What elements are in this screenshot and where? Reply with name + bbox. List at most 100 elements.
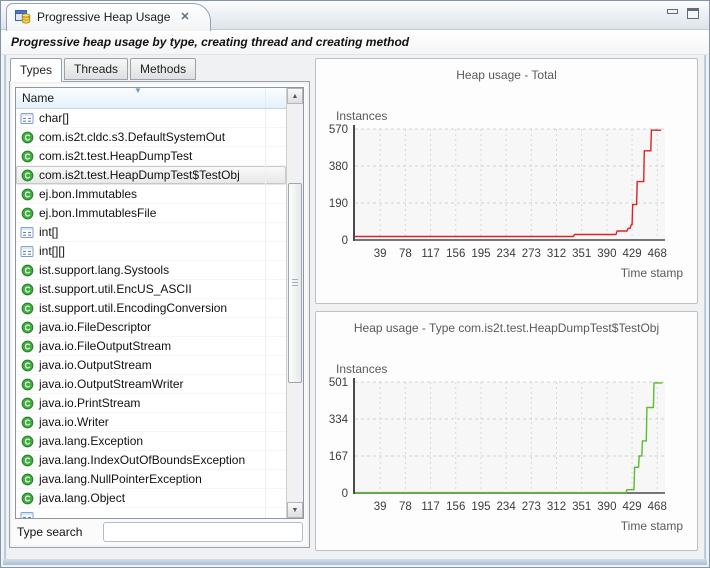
table-header-row: Name ▼: [16, 88, 286, 109]
class-icon: C: [20, 301, 34, 315]
svg-text:390: 390: [597, 248, 616, 260]
svg-text:Heap usage - Type com.is2t.tes: Heap usage - Type com.is2t.test.HeapDump…: [354, 321, 659, 335]
list-item[interactable]: Cjava.io.Writer: [16, 413, 286, 432]
svg-text:195: 195: [471, 248, 490, 260]
svg-text:156: 156: [446, 248, 465, 260]
svg-text:273: 273: [522, 248, 541, 260]
column-separator: [265, 109, 266, 518]
list-item[interactable]: Cist.support.lang.Systools: [16, 261, 286, 280]
svg-text:C: C: [24, 456, 30, 465]
heap-usage-type-chart: Heap usage - Type com.is2t.test.HeapDump…: [315, 311, 698, 551]
svg-text:117: 117: [421, 501, 439, 513]
svg-text:C: C: [24, 494, 30, 503]
svg-text:195: 195: [471, 501, 490, 513]
svg-text:C: C: [24, 342, 30, 351]
svg-text:C: C: [24, 437, 30, 446]
view-tabbar: Progressive Heap Usage ✕: [1, 1, 709, 30]
class-icon: C: [20, 415, 34, 429]
type-name: java.io.FileDescriptor: [39, 320, 151, 334]
list-item[interactable]: Cjava.io.OutputStreamWriter: [16, 375, 286, 394]
svg-text:334: 334: [329, 414, 349, 426]
list-item[interactable]: Cjava.lang.NullPointerException: [16, 470, 286, 489]
maximize-button[interactable]: [687, 8, 699, 19]
class-icon: C: [20, 320, 34, 334]
type-name: java.io.OutputStream: [39, 358, 152, 372]
scroll-up-button[interactable]: [287, 88, 303, 104]
list-item[interactable]: [16, 508, 286, 518]
list-item[interactable]: int[]: [16, 223, 286, 242]
list-item[interactable]: int[][]: [16, 242, 286, 261]
tab-methods[interactable]: Methods: [130, 58, 196, 80]
list-item[interactable]: Ccom.is2t.test.HeapDumpTest$TestObj: [16, 166, 286, 185]
type-name: int[]: [39, 225, 58, 239]
type-name: java.lang.NullPointerException: [39, 472, 202, 486]
type-name: ej.bon.Immutables: [39, 187, 137, 201]
svg-text:429: 429: [622, 248, 641, 260]
scroll-thumb[interactable]: [288, 183, 302, 383]
list-item[interactable]: Cjava.io.PrintStream: [16, 394, 286, 413]
tab-threads[interactable]: Threads: [64, 58, 128, 80]
svg-text:234: 234: [497, 248, 517, 260]
type-list: char[]Ccom.is2t.cldc.s3.DefaultSystemOut…: [16, 109, 286, 518]
class-icon: C: [20, 149, 34, 163]
list-item[interactable]: Cjava.lang.Object: [16, 489, 286, 508]
list-item[interactable]: Cjava.lang.Exception: [16, 432, 286, 451]
list-item[interactable]: Cjava.io.OutputStream: [16, 356, 286, 375]
class-icon: C: [20, 168, 34, 182]
svg-text:190: 190: [329, 198, 348, 210]
type-name: ist.support.util.EncodingConversion: [39, 301, 227, 315]
svg-text:C: C: [24, 209, 30, 218]
svg-text:78: 78: [399, 248, 412, 260]
svg-text:312: 312: [547, 501, 566, 513]
svg-text:C: C: [24, 171, 30, 180]
tab-types[interactable]: Types: [10, 58, 62, 82]
list-item[interactable]: Ccom.is2t.cldc.s3.DefaultSystemOut: [16, 128, 286, 147]
view-tab[interactable]: Progressive Heap Usage ✕: [6, 3, 211, 31]
svg-text:501: 501: [329, 377, 348, 389]
class-icon: C: [20, 206, 34, 220]
class-icon: C: [20, 434, 34, 448]
type-name: java.io.Writer: [39, 415, 109, 429]
svg-text:570: 570: [329, 124, 348, 136]
array-icon: [20, 244, 34, 258]
types-table: Name ▼ char[]Ccom.is2t.cldc.s3.DefaultSy…: [15, 87, 304, 519]
list-item[interactable]: Ccom.is2t.test.HeapDumpTest: [16, 147, 286, 166]
class-icon: C: [20, 491, 34, 505]
vertical-scrollbar[interactable]: [286, 88, 303, 518]
type-name: com.is2t.test.HeapDumpTest: [39, 149, 192, 163]
svg-text:156: 156: [446, 501, 465, 513]
heap-view-icon: [15, 9, 31, 25]
svg-text:0: 0: [342, 235, 348, 247]
type-search-input[interactable]: [103, 522, 303, 542]
list-item[interactable]: Cjava.io.FileOutputStream: [16, 337, 286, 356]
minimize-button[interactable]: [666, 8, 678, 19]
svg-text:C: C: [24, 133, 30, 142]
class-icon: C: [20, 358, 34, 372]
class-icon: C: [20, 377, 34, 391]
svg-text:C: C: [24, 399, 30, 408]
array-icon: [20, 111, 34, 125]
list-item[interactable]: Cjava.io.FileDescriptor: [16, 318, 286, 337]
frame-right-edge: [704, 55, 706, 564]
scroll-down-button[interactable]: [287, 502, 303, 518]
type-name: int[][]: [39, 244, 65, 258]
svg-text:429: 429: [622, 501, 641, 513]
list-item[interactable]: Cist.support.util.EncodingConversion: [16, 299, 286, 318]
list-item[interactable]: Cej.bon.Immutables: [16, 185, 286, 204]
svg-text:39: 39: [374, 248, 387, 260]
list-item[interactable]: Cej.bon.ImmutablesFile: [16, 204, 286, 223]
close-icon[interactable]: ✕: [180, 10, 189, 23]
svg-text:380: 380: [329, 161, 348, 173]
svg-text:C: C: [24, 323, 30, 332]
type-name: java.io.FileOutputStream: [39, 339, 171, 353]
svg-text:C: C: [24, 361, 30, 370]
svg-text:C: C: [24, 475, 30, 484]
list-item[interactable]: Cist.support.util.EncUS_ASCII: [16, 280, 286, 299]
svg-text:351: 351: [572, 248, 591, 260]
view-description: Progressive heap usage by type, creating…: [11, 35, 409, 49]
type-name: java.io.PrintStream: [39, 396, 140, 410]
list-item[interactable]: char[]: [16, 109, 286, 128]
svg-text:351: 351: [572, 501, 591, 513]
class-icon: C: [20, 472, 34, 486]
list-item[interactable]: Cjava.lang.IndexOutOfBoundsException: [16, 451, 286, 470]
